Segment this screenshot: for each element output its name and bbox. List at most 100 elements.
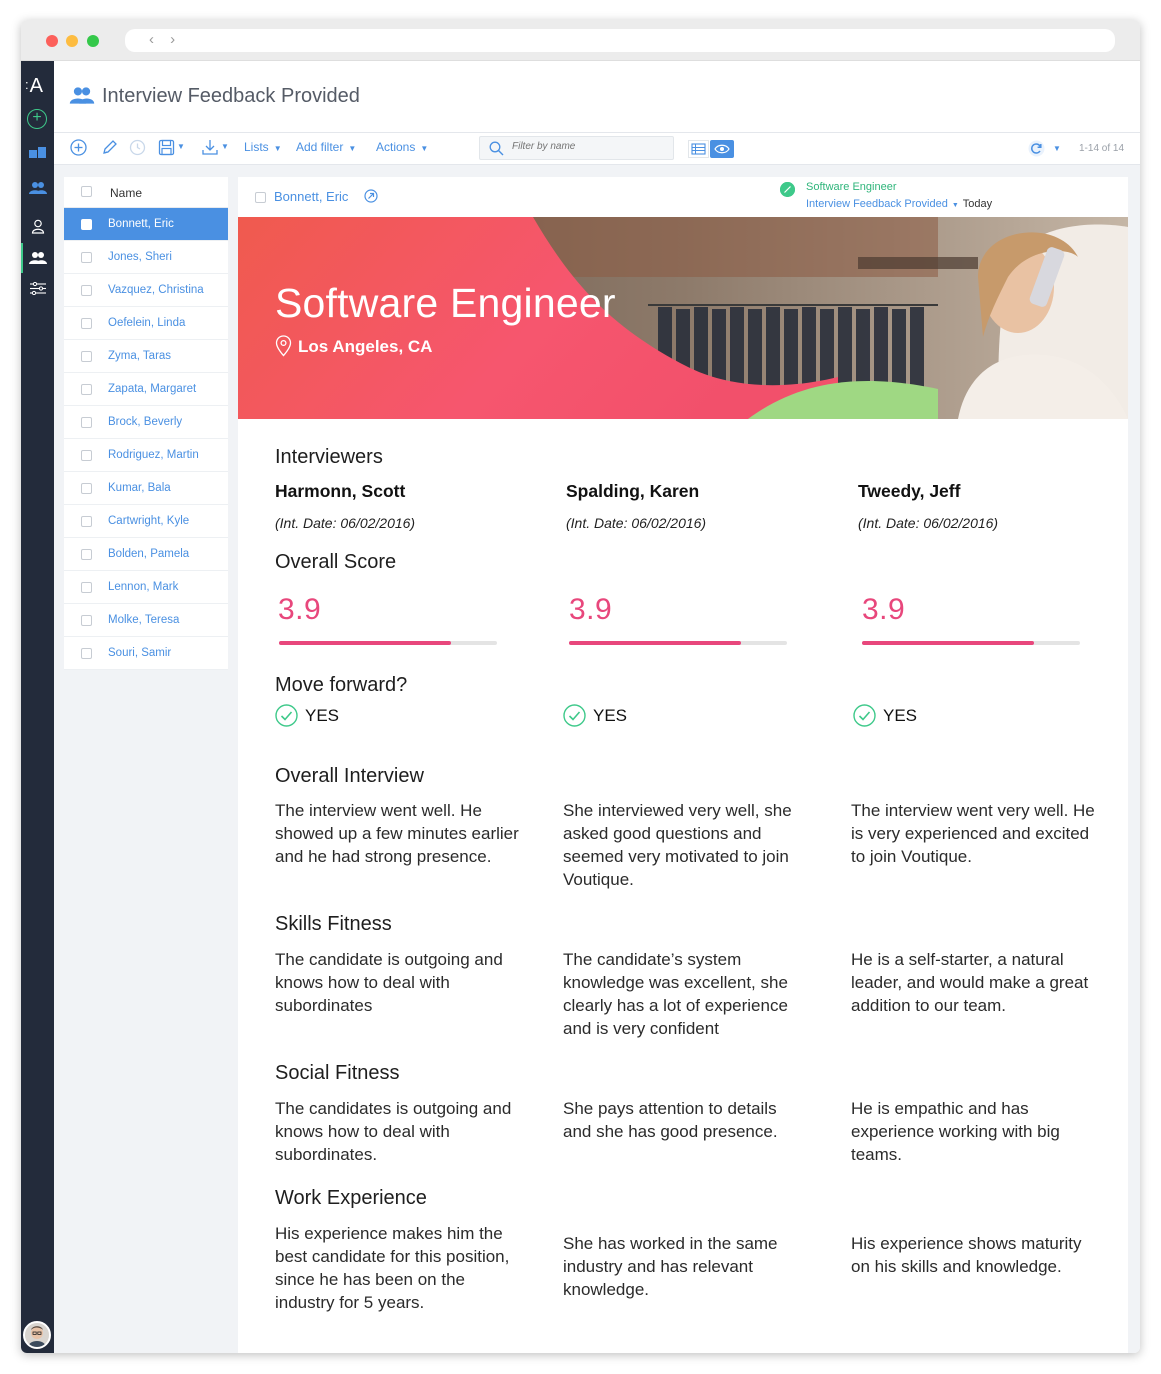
- download-icon[interactable]: ▼: [201, 138, 229, 159]
- interviewer-card: Spalding, Karen (Int. Date: 06/02/2016): [566, 481, 811, 531]
- candidates-icon: [69, 86, 95, 110]
- score-bar: [862, 641, 1080, 645]
- list-item[interactable]: Brock, Beverly: [64, 406, 228, 439]
- row-checkbox[interactable]: [81, 252, 92, 263]
- overall-interview-text: The interview went very well. He is very…: [851, 801, 1095, 866]
- hero-job-title: Software Engineer: [275, 280, 616, 326]
- page-title: Interview Feedback Provided: [102, 85, 360, 107]
- social-fitness-text: He is empathic and has experience workin…: [851, 1099, 1060, 1164]
- name-column-header[interactable]: Name: [110, 186, 142, 200]
- list-item[interactable]: Rodriguez, Martin: [64, 439, 228, 472]
- open-link-icon[interactable]: [364, 189, 378, 208]
- save-icon[interactable]: ▼: [158, 139, 185, 159]
- score-value: 3.9: [569, 593, 613, 626]
- row-checkbox[interactable]: [81, 219, 92, 230]
- score-bar-fill: [279, 641, 452, 645]
- user-avatar[interactable]: [23, 1321, 51, 1349]
- candidate-list: Name Bonnett, Eric Jones, Sheri Vazquez,…: [64, 177, 228, 670]
- minimize-window-button[interactable]: [66, 35, 78, 47]
- skills-fitness-text: The candidate’s system knowledge was exc…: [563, 950, 788, 1038]
- address-bar[interactable]: ‹ ›: [125, 29, 1115, 52]
- add-icon[interactable]: +: [27, 109, 47, 129]
- row-checkbox[interactable]: [81, 384, 92, 395]
- jobs-icon[interactable]: [21, 146, 54, 165]
- list-item[interactable]: Bonnett, Eric: [64, 208, 228, 241]
- list-item[interactable]: Souri, Samir: [64, 637, 228, 670]
- interviewer-name: Harmonn, Scott: [275, 481, 406, 501]
- list-item[interactable]: Cartwright, Kyle: [64, 505, 228, 538]
- refresh-icon[interactable]: ▼: [1028, 140, 1061, 160]
- settings-sliders-icon[interactable]: [21, 281, 54, 300]
- toolbar: ▼ ▼ Lists ▼ Add filter ▼ Actions ▼ Filte…: [54, 133, 1140, 165]
- chevron-down-icon[interactable]: ▼: [1053, 144, 1061, 153]
- list-item[interactable]: Zyma, Taras: [64, 340, 228, 373]
- list-item[interactable]: Lennon, Mark: [64, 571, 228, 604]
- interviewers-heading: Interviewers: [275, 446, 383, 468]
- row-checkbox[interactable]: [81, 549, 92, 560]
- list-item[interactable]: Molke, Teresa: [64, 604, 228, 637]
- list-item[interactable]: Zapata, Margaret: [64, 373, 228, 406]
- skills-fitness-heading: Skills Fitness: [275, 913, 392, 935]
- candidates-icon[interactable]: [21, 181, 54, 200]
- row-checkbox[interactable]: [81, 516, 92, 527]
- nav-rail: :A +: [21, 61, 54, 1353]
- list-item[interactable]: Jones, Sheri: [64, 241, 228, 274]
- stage-status-icon: [780, 182, 795, 197]
- row-checkbox[interactable]: [81, 582, 92, 593]
- row-checkbox[interactable]: [81, 318, 92, 329]
- list-item[interactable]: Bolden, Pamela: [64, 538, 228, 571]
- list-item[interactable]: Vazquez, Christina: [64, 274, 228, 307]
- list-item[interactable]: Oefelein, Linda: [64, 307, 228, 340]
- score-bar: [279, 641, 497, 645]
- select-all-checkbox[interactable]: [81, 186, 92, 197]
- row-checkbox[interactable]: [81, 351, 92, 362]
- row-checkbox[interactable]: [81, 615, 92, 626]
- check-circle-icon: [563, 704, 586, 732]
- add-filter-menu[interactable]: Add filter ▼: [296, 140, 356, 154]
- add-circle-icon[interactable]: [70, 139, 87, 159]
- chevron-down-icon[interactable]: ▼: [952, 202, 959, 209]
- lists-menu[interactable]: Lists ▼: [244, 140, 282, 154]
- chevron-down-icon[interactable]: ▼: [221, 142, 229, 151]
- search-icon: [489, 141, 504, 161]
- location-pin-icon: [275, 335, 292, 362]
- row-checkbox[interactable]: [81, 417, 92, 428]
- back-forward-icon[interactable]: ‹ ›: [149, 31, 181, 48]
- page-header: Interview Feedback Provided: [54, 61, 1140, 133]
- team-icon[interactable]: [21, 251, 54, 270]
- person-icon[interactable]: [21, 219, 54, 239]
- move-forward-heading: Move forward?: [275, 674, 408, 696]
- list-view-icon: [688, 140, 709, 158]
- score-value: 3.9: [862, 593, 906, 626]
- filter-input[interactable]: [512, 141, 662, 152]
- row-checkbox[interactable]: [81, 285, 92, 296]
- list-item[interactable]: Kumar, Bala: [64, 472, 228, 505]
- interview-date: (Int. Date: 06/02/2016): [275, 515, 416, 531]
- filter-box: [479, 136, 674, 160]
- overall-interview-text: The interview went well. He showed up a …: [275, 801, 519, 866]
- skills-fitness-text: He is a self-starter, a natural leader, …: [851, 950, 1089, 1015]
- actions-menu[interactable]: Actions ▼: [376, 140, 428, 154]
- card-header: Bonnett, Eric Software Engineer Intervie…: [238, 177, 1128, 217]
- work-experience-heading: Work Experience: [275, 1187, 427, 1209]
- row-checkbox[interactable]: [81, 450, 92, 461]
- candidate-name-link[interactable]: Bonnett, Eric: [274, 189, 348, 204]
- hero-location: Los Angeles, CA: [298, 337, 433, 356]
- row-checkbox[interactable]: [81, 648, 92, 659]
- app-logo[interactable]: :A: [25, 75, 43, 98]
- history-icon[interactable]: [129, 139, 146, 159]
- status-dropdown[interactable]: Interview Feedback Provided: [806, 198, 948, 210]
- edit-pencil-icon[interactable]: [101, 139, 118, 159]
- interviewer-card: Harmonn, Scott (Int. Date: 06/02/2016): [275, 481, 520, 531]
- candidate-card: Bonnett, Eric Software Engineer Intervie…: [238, 177, 1128, 1353]
- work-experience-text: She has worked in the same industry and …: [563, 1234, 778, 1299]
- close-window-button[interactable]: [46, 35, 58, 47]
- candidate-checkbox[interactable]: [255, 192, 266, 203]
- check-circle-icon: [275, 704, 298, 732]
- row-checkbox[interactable]: [81, 483, 92, 494]
- job-link[interactable]: Software Engineer: [806, 181, 897, 193]
- window-titlebar: ‹ ›: [21, 20, 1140, 61]
- view-toggle: [688, 140, 734, 163]
- maximize-window-button[interactable]: [87, 35, 99, 47]
- chevron-down-icon[interactable]: ▼: [177, 142, 185, 151]
